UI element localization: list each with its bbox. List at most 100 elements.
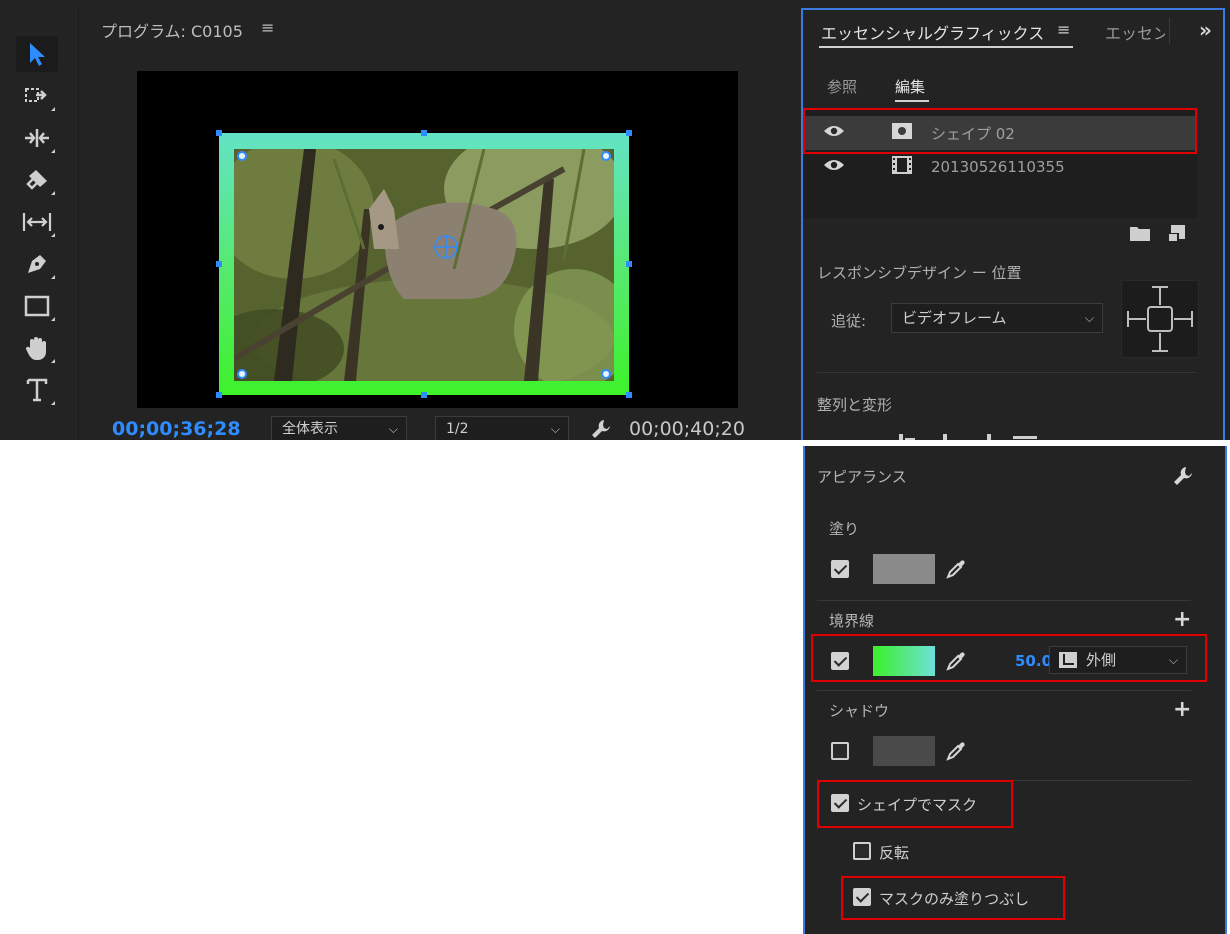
corner-radius-handle[interactable] [601,369,611,379]
subtab-browse[interactable]: 参照 [827,76,857,97]
add-shadow-plus-icon[interactable]: + [1173,699,1191,721]
chevron-down-icon: ⌵ [388,422,398,436]
responsive-design-title: レスポンシブデザイン ー 位置 [817,264,1022,282]
panel-menu-icon[interactable]: ≡ [1057,20,1070,39]
rectangle-tool[interactable] [16,288,58,324]
editor-top-area: プログラム: C0105 ≡ 00;00;36;28 全体表示 ⌵ 1/2 ⌵ … [0,0,1230,440]
add-stroke-plus-icon[interactable]: + [1173,609,1191,631]
stroke-width-value[interactable]: 50.0 [1015,652,1052,670]
appearance-title: アピアランス [817,468,907,486]
stroke-label: 境界線 [829,612,875,630]
pin-edges-icon [1127,286,1193,352]
mask-fill-only-checkbox[interactable] [853,888,871,906]
bbox-handle[interactable] [216,130,222,136]
corner-radius-handle[interactable] [601,151,611,161]
layer-row-clip[interactable]: 20130526110355 [803,150,1197,184]
rectangle-icon [24,295,50,317]
tab-essential-graphics[interactable]: エッセンシャルグラフィックス [821,20,1044,44]
program-monitor-title: プログラム: C0105 [101,22,243,41]
panel-menu-icon[interactable]: ≡ [261,18,274,37]
fill-color-swatch[interactable] [873,554,935,584]
section-divider [817,372,1197,373]
corner-radius-handle[interactable] [237,151,247,161]
selection-tool[interactable] [16,36,58,72]
slip-tool[interactable] [16,204,58,240]
forest-scene-image [234,149,614,381]
ripple-edit-tool[interactable] [16,120,58,156]
bbox-handle[interactable] [626,261,632,267]
layer-name: 20130526110355 [931,158,1065,176]
bbox-handle[interactable] [626,392,632,398]
follow-label: 追従: [831,312,867,330]
duration-timecode: 00;00;40;20 [629,418,745,440]
stroke-checkbox[interactable] [831,652,849,670]
align-transform-title: 整列と変形 [817,396,893,414]
invert-checkbox[interactable] [853,842,871,860]
section-divider [817,690,1191,691]
type-icon [26,378,48,402]
active-subtab-underline [895,100,929,102]
zoom-level-select[interactable]: 全体表示 ⌵ [271,416,407,440]
stroke-outside-icon [1058,651,1078,677]
shadow-checkbox[interactable] [831,742,849,760]
highlight-box-layer [803,108,1197,154]
track-select-tool[interactable] [16,78,58,114]
follow-target-select[interactable]: ビデオフレーム ⌵ [891,303,1103,333]
eyedropper-icon[interactable] [945,558,967,584]
follow-target-value: ビデオフレーム [902,309,1007,327]
eye-icon[interactable] [823,158,845,176]
wrench-icon[interactable] [589,417,613,440]
tools-panel [0,8,79,440]
stroke-color-swatch[interactable] [873,646,935,676]
arrow-icon [30,43,45,66]
tab-divider [1169,18,1170,44]
align-icons-row [899,434,1037,440]
mask-with-shape-checkbox[interactable] [831,794,849,812]
ripple-edit-icon [25,129,49,147]
appearance-panel: アピアランス 塗り 境界線 + 50.0 外側 ⌵ シャドウ + シェイプでマス… [803,446,1227,934]
wrench-icon[interactable] [1171,464,1195,492]
fill-label: 塗り [829,520,860,538]
video-image [234,149,614,381]
subtab-edit[interactable]: 編集 [895,76,925,97]
slip-icon [22,213,52,231]
active-tab-underline [819,46,1073,48]
align-buttons [893,432,1113,440]
playback-resolution-value: 1/2 [446,421,469,437]
fill-checkbox[interactable] [831,560,849,578]
playback-resolution-select[interactable]: 1/2 ⌵ [435,416,569,440]
program-monitor: プログラム: C0105 ≡ 00;00;36;28 全体表示 ⌵ 1/2 ⌵ … [79,8,799,440]
razor-tool[interactable] [16,162,58,198]
type-tool[interactable] [16,372,58,408]
tab-essential-other[interactable]: エッセン [1105,20,1165,44]
chevron-down-icon: ⌵ [1168,653,1178,667]
eyedropper-icon[interactable] [945,650,967,676]
bbox-handle[interactable] [421,392,427,398]
pin-to-edges-widget[interactable] [1121,280,1199,358]
more-tabs-icon[interactable]: » [1199,18,1212,42]
mask-with-shape-label[interactable]: シェイプでマスク [857,794,977,815]
invert-label[interactable]: 反転 [879,842,909,863]
mask-fill-only-label[interactable]: マスクのみ塗りつぶし [879,888,1029,909]
hand-tool[interactable] [16,330,58,366]
video-frame[interactable] [137,71,738,408]
chevron-down-icon: ⌵ [1084,311,1094,325]
stroke-position-select[interactable]: 外側 ⌵ [1049,646,1187,674]
shadow-color-swatch[interactable] [873,736,935,766]
eyedropper-icon[interactable] [945,740,967,766]
essential-graphics-panel: エッセンシャルグラフィックス ≡ エッセン » 参照 編集 シェイプ 02 20… [801,8,1225,440]
bbox-handle[interactable] [216,392,222,398]
pen-icon [28,255,46,273]
bbox-handle[interactable] [421,130,427,136]
current-timecode[interactable]: 00;00;36;28 [112,418,241,440]
pen-tool[interactable] [16,246,58,282]
new-item-icon[interactable] [1167,224,1187,246]
bbox-handle[interactable] [216,261,222,267]
razor-icon [26,170,47,190]
folder-icon[interactable] [1129,224,1151,246]
corner-radius-handle[interactable] [237,369,247,379]
chevron-down-icon: ⌵ [550,422,560,436]
hand-icon [25,337,46,360]
section-divider [817,600,1191,601]
bbox-handle[interactable] [626,130,632,136]
